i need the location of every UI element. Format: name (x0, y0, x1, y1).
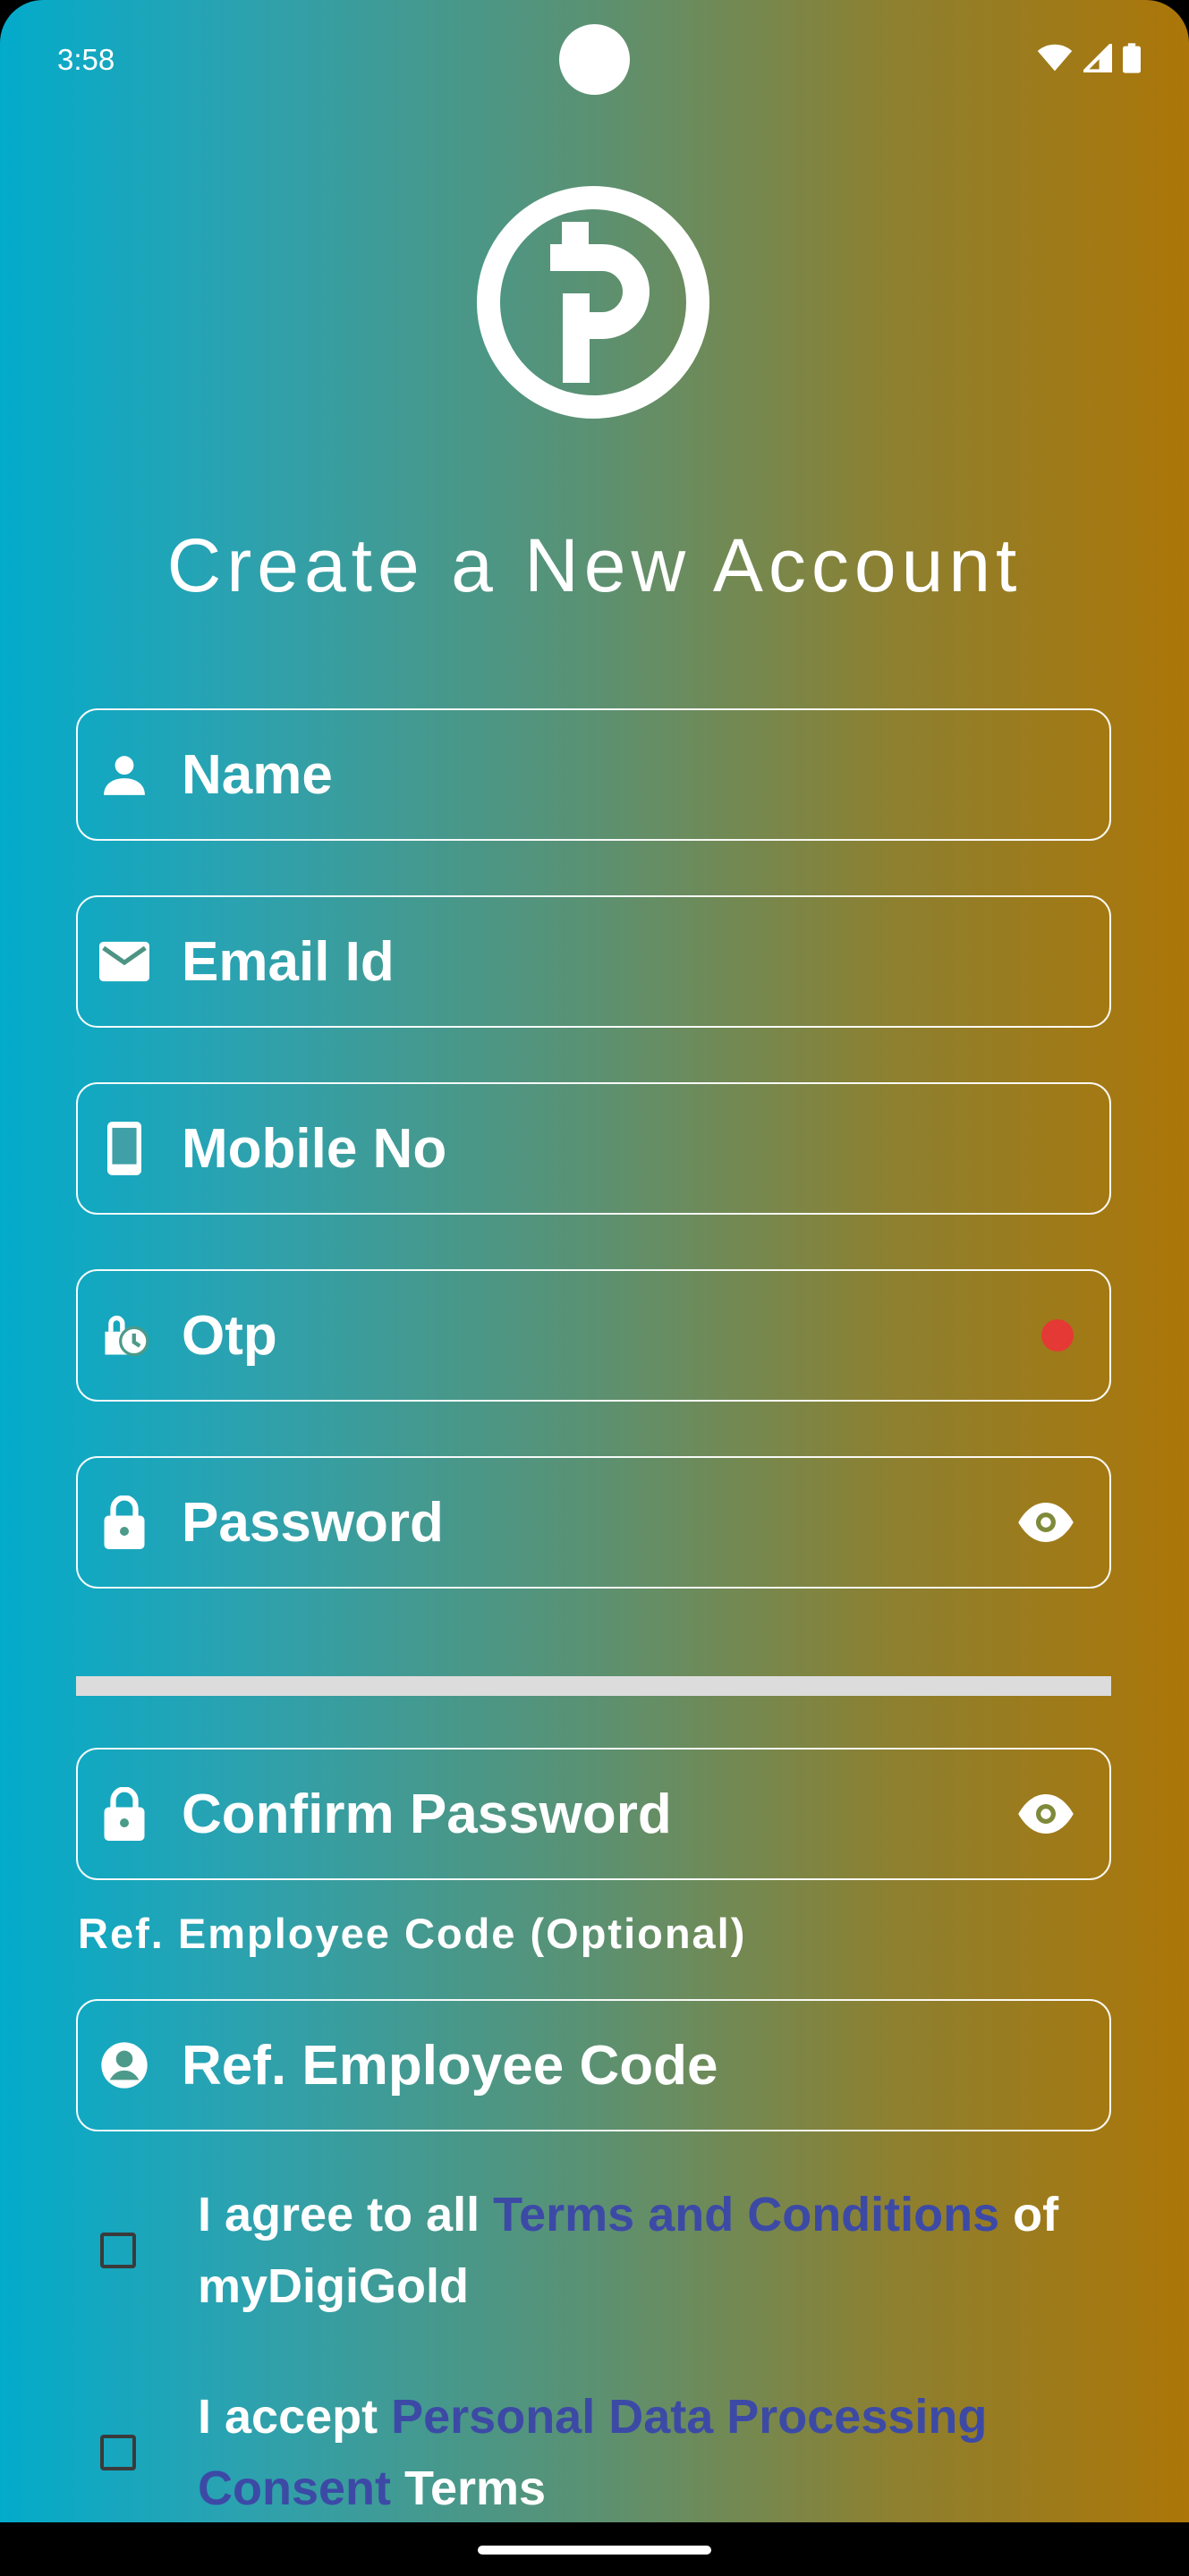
terms-text: I agree to all Terms and Conditions of m… (198, 2179, 1110, 2322)
password-field[interactable]: Password (76, 1456, 1111, 1589)
mobile-field[interactable]: Mobile No (76, 1082, 1111, 1215)
email-placeholder: Email Id (182, 930, 395, 993)
email-field[interactable]: Email Id (76, 895, 1111, 1028)
terms-checkbox[interactable] (100, 2233, 136, 2268)
lock-icon (99, 1496, 149, 1549)
name-placeholder: Name (182, 743, 333, 806)
mail-icon (99, 936, 149, 987)
signal-icon (1083, 44, 1112, 72)
battery-icon (1123, 43, 1141, 73)
status-time: 3:58 (57, 43, 115, 76)
terms-link[interactable]: Terms and Conditions (493, 2188, 999, 2241)
consent-prefix: I accept (198, 2390, 392, 2444)
consent-row: I accept Personal Data Processing Consen… (76, 2381, 1111, 2533)
consent-text: I accept Personal Data Processing Consen… (198, 2381, 1110, 2524)
account-circle-icon (99, 2040, 149, 2090)
signup-screen: 3:58 Create a New Account Name Email Id … (0, 0, 1189, 2576)
ref-employee-code-hint: Ref. Employee Code (Optional) (78, 1910, 747, 1957)
status-icons (1037, 43, 1141, 73)
wifi-icon (1037, 44, 1073, 72)
terms-row: I agree to all Terms and Conditions of m… (76, 2179, 1111, 2331)
home-gesture-handle[interactable] (478, 2546, 711, 2555)
otp-field[interactable]: Otp (76, 1269, 1111, 1402)
mobile-placeholder: Mobile No (182, 1117, 447, 1180)
camera-cutout (559, 24, 630, 95)
page-title: Create a New Account (166, 523, 1023, 607)
app-logo (477, 186, 709, 419)
otp-status-indicator (1040, 1318, 1075, 1353)
password-placeholder: Password (182, 1491, 444, 1554)
phone-icon (99, 1122, 149, 1175)
show-confirm-password-eye-icon[interactable] (1016, 1794, 1075, 1834)
person-icon (99, 750, 149, 800)
password-strength-bar (76, 1676, 1111, 1696)
ref-employee-code-placeholder: Ref. Employee Code (182, 2034, 718, 2097)
confirm-password-field[interactable]: Confirm Password (76, 1748, 1111, 1880)
consent-suffix: Terms (391, 2462, 547, 2515)
confirm-password-placeholder: Confirm Password (182, 1783, 672, 1845)
otp-lock-clock-icon (99, 1310, 149, 1360)
terms-prefix: I agree to all (198, 2188, 494, 2241)
show-password-eye-icon[interactable] (1016, 1503, 1075, 1542)
name-field[interactable]: Name (76, 708, 1111, 841)
lock-icon (99, 1787, 149, 1841)
otp-placeholder: Otp (182, 1304, 277, 1367)
consent-checkbox[interactable] (100, 2435, 136, 2470)
ref-employee-code-field[interactable]: Ref. Employee Code (76, 1999, 1111, 2131)
